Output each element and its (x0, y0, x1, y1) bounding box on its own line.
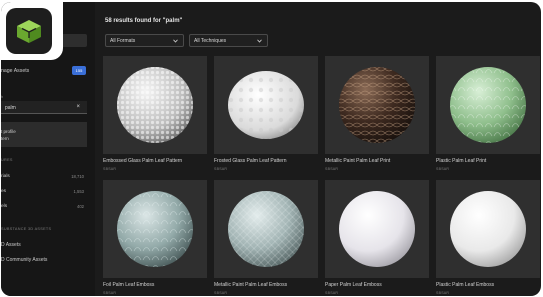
sidebar-item-community-assets[interactable]: D Community Assets (1, 257, 47, 263)
result-card[interactable]: Foil Palm Leaf Emboss SBSAR (103, 180, 207, 296)
format-dropdown-value: All Formats (110, 38, 136, 44)
search-input-value: palm (5, 104, 16, 111)
material-thumbnail[interactable] (214, 180, 318, 278)
result-format-tag: SBSAR (214, 167, 228, 171)
sidebar-item-count: 402 (77, 204, 84, 209)
result-format-tag: SBSAR (325, 291, 339, 295)
result-title[interactable]: Foil Palm Leaf Emboss (103, 282, 154, 288)
sidebar-item-images[interactable]: es 1,553 (1, 189, 87, 197)
result-card[interactable]: Embossed Glass Palm Leaf Pattern SBSAR (103, 56, 207, 178)
section-heading-sources: SUBSTANCE 3D ASSETS (1, 227, 52, 231)
search-label: h (1, 95, 3, 99)
sidebar-item-3d-assets[interactable]: D Assets (1, 242, 21, 248)
result-title[interactable]: Plastic Palm Leaf Emboss (436, 282, 494, 288)
result-format-tag: SBSAR (325, 167, 339, 171)
result-card[interactable]: Plastic Palm Leaf Emboss SBSAR (436, 180, 540, 296)
app-logo (6, 8, 52, 54)
material-thumbnail[interactable] (325, 56, 429, 154)
result-title[interactable]: Plastic Palm Leaf Print (436, 158, 486, 164)
result-format-tag: SBSAR (436, 291, 450, 295)
cube-icon (17, 20, 41, 43)
result-title[interactable]: Embossed Glass Palm Leaf Pattern (103, 158, 182, 164)
manage-assets-badge: 155 (72, 66, 86, 75)
profile-filter[interactable]: t profile tern (1, 122, 87, 147)
profile-filter-line2: tern (1, 136, 9, 141)
material-thumbnail[interactable] (214, 56, 318, 154)
sidebar-item-materials[interactable]: rials 18,710 (1, 174, 87, 182)
format-dropdown[interactable]: All Formats (105, 34, 184, 47)
material-thumbnail[interactable] (103, 56, 207, 154)
sidebar-item-count: 1,553 (73, 189, 84, 194)
result-format-tag: SBSAR (436, 167, 450, 171)
results-heading: 58 results found for "palm" (105, 18, 183, 24)
sidebar-item-label: els (1, 204, 8, 209)
material-thumbnail[interactable] (436, 56, 540, 154)
technique-dropdown[interactable]: All Techniques (189, 34, 268, 47)
result-card[interactable]: Metallic Paint Palm Leaf Emboss SBSAR (214, 180, 318, 296)
material-thumbnail[interactable] (103, 180, 207, 278)
close-icon[interactable]: × (76, 104, 80, 110)
result-card[interactable]: Metallic Paint Palm Leaf Print SBSAR (325, 56, 429, 178)
profile-filter-line1: t profile (1, 129, 16, 134)
result-format-tag: SBSAR (103, 291, 117, 295)
result-title[interactable]: Metallic Paint Palm Leaf Print (325, 158, 390, 164)
result-format-tag: SBSAR (214, 291, 228, 295)
material-thumbnail[interactable] (325, 180, 429, 278)
app-window: nage Assets 155 h palm × t profile tern … (1, 2, 541, 296)
chevron-down-icon (257, 39, 262, 43)
manage-assets-link[interactable]: nage Assets (1, 68, 29, 74)
material-thumbnail[interactable] (436, 180, 540, 278)
search-input[interactable]: palm × (1, 101, 87, 114)
result-card[interactable]: Frosted Glass Palm Leaf Pattern SBSAR (214, 56, 318, 178)
sidebar-item-label: rials (1, 174, 10, 179)
sidebar-item-count: 18,710 (71, 174, 84, 179)
result-title[interactable]: Metallic Paint Palm Leaf Emboss (214, 282, 287, 288)
logo-container (1, 2, 63, 60)
sidebar-item-models[interactable]: els 402 (1, 204, 87, 212)
result-format-tag: SBSAR (103, 167, 117, 171)
result-title[interactable]: Frosted Glass Palm Leaf Pattern (214, 158, 287, 164)
sidebar-item-label: es (1, 189, 7, 194)
section-heading-types: URES (1, 158, 13, 162)
result-card[interactable]: Plastic Palm Leaf Print SBSAR (436, 56, 540, 178)
technique-dropdown-value: All Techniques (194, 38, 227, 44)
result-card[interactable]: Paper Palm Leaf Emboss SBSAR (325, 180, 429, 296)
result-title[interactable]: Paper Palm Leaf Emboss (325, 282, 382, 288)
chevron-down-icon (173, 39, 178, 43)
